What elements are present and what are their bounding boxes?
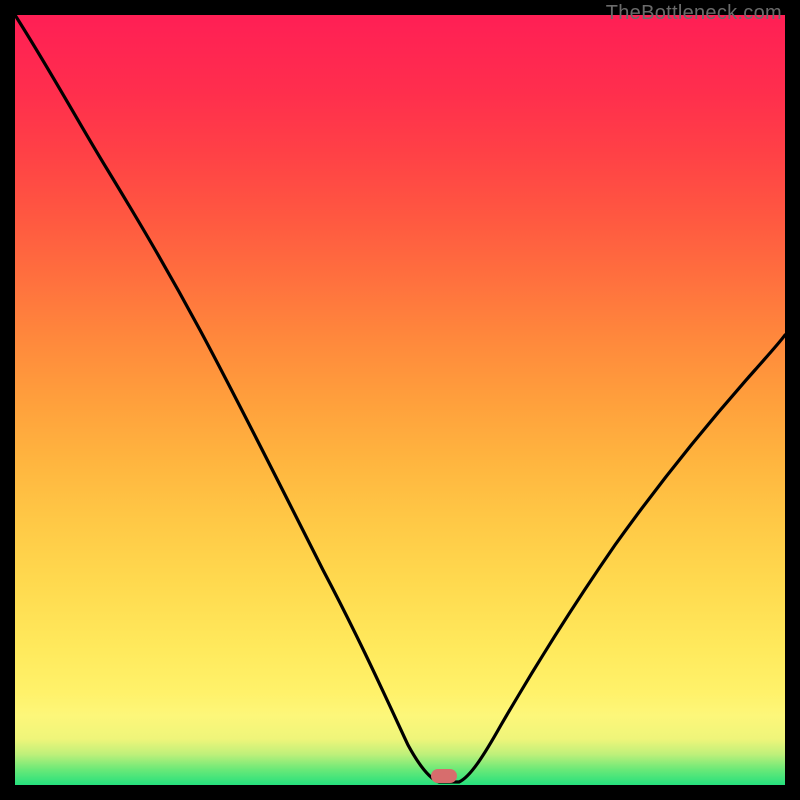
chart-frame: TheBottleneck.com: [0, 0, 800, 800]
bottleneck-curve: [15, 15, 785, 785]
optimum-marker: [431, 769, 457, 783]
plot-area: [15, 15, 785, 785]
